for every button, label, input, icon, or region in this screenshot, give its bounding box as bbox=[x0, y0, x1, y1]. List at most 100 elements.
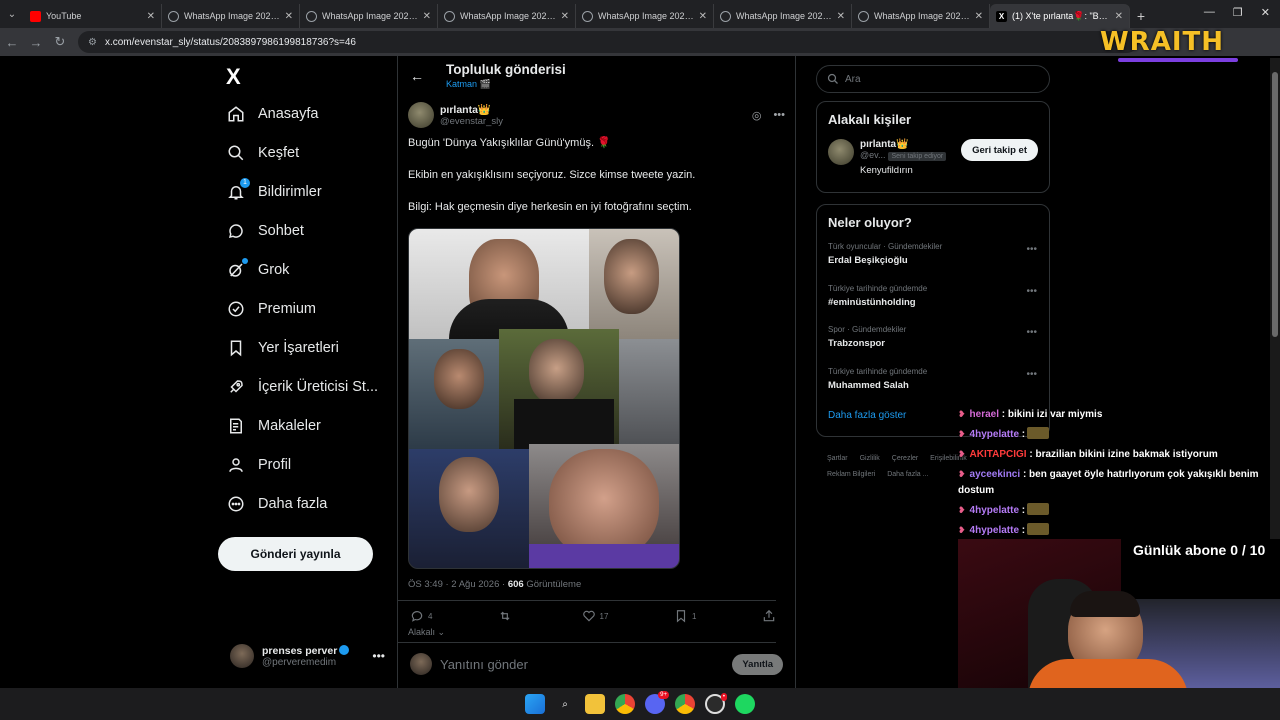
trend-item[interactable]: Türk oyuncular · Gündemdekiler Erdal Beş… bbox=[817, 236, 1049, 278]
windows-start-icon[interactable] bbox=[525, 694, 545, 714]
browser-tab[interactable]: YouTube ✕ bbox=[24, 4, 162, 28]
community-link[interactable]: Katman 🎬 bbox=[446, 79, 566, 90]
page-title: Topluluk gönderisi bbox=[446, 62, 566, 77]
nav-item-grok[interactable]: Grok bbox=[218, 250, 393, 289]
grok-icon[interactable]: ◎ bbox=[752, 109, 762, 122]
footer-link[interactable]: Çerezler bbox=[892, 455, 918, 462]
browser-tab[interactable]: WhatsApp Image 2026-0 ✕ bbox=[852, 4, 990, 28]
nav-item-premium[interactable]: Premium bbox=[218, 289, 393, 328]
more-dots-icon[interactable]: ••• bbox=[773, 109, 785, 122]
chrome-icon[interactable] bbox=[615, 694, 635, 714]
whatsapp-icon bbox=[582, 10, 593, 22]
close-tab-icon[interactable]: ✕ bbox=[1115, 11, 1123, 22]
more-dots-icon[interactable]: ••• bbox=[1026, 327, 1037, 338]
chat-emote-icon bbox=[1027, 523, 1050, 535]
browser-tab[interactable]: WhatsApp Image 2026-0 ✕ bbox=[438, 4, 576, 28]
webcam-streamer-hair bbox=[1070, 591, 1140, 617]
new-tab-button[interactable]: + bbox=[1130, 4, 1152, 28]
repost-button[interactable] bbox=[498, 609, 516, 623]
close-window-icon[interactable]: ✕ bbox=[1261, 6, 1270, 19]
site-settings-icon[interactable]: ⚙ bbox=[88, 37, 97, 48]
browser-tab[interactable]: WhatsApp Image 2026-0 ✕ bbox=[576, 4, 714, 28]
reply-icon bbox=[411, 611, 423, 622]
search-icon[interactable]: ⌕ bbox=[555, 694, 575, 714]
close-tab-icon[interactable]: ✕ bbox=[423, 11, 431, 22]
bookmark-button[interactable]: 1 bbox=[674, 609, 696, 623]
like-button[interactable]: 17 bbox=[582, 609, 608, 623]
reply-submit-button[interactable]: Yanıtla bbox=[732, 653, 783, 675]
file-explorer-icon[interactable] bbox=[585, 694, 605, 714]
chrome-icon[interactable] bbox=[675, 694, 695, 714]
post-image-collage[interactable] bbox=[408, 228, 680, 569]
nav-item-creator-studio[interactable]: İçerik Üreticisi St... bbox=[218, 367, 393, 406]
close-tab-icon[interactable]: ✕ bbox=[561, 11, 569, 22]
avatar[interactable] bbox=[408, 102, 434, 128]
nav-item-more[interactable]: Daha fazla bbox=[218, 484, 393, 523]
chat-text: : bbox=[1021, 505, 1026, 516]
obs-icon[interactable]: • bbox=[705, 693, 727, 714]
collage-photo-face bbox=[529, 339, 584, 404]
maximize-icon[interactable]: ❐ bbox=[1233, 6, 1243, 19]
spotify-icon[interactable] bbox=[735, 694, 755, 714]
browser-tab[interactable]: WhatsApp Image 2026-0 ✕ bbox=[300, 4, 438, 28]
follow-back-button[interactable]: Geri takip et bbox=[961, 139, 1038, 161]
share-button[interactable] bbox=[762, 609, 776, 623]
browser-tab[interactable]: WhatsApp Image 2026-0 ✕ bbox=[714, 4, 852, 28]
person-name[interactable]: pırlanta👑 bbox=[860, 139, 946, 150]
back-arrow-icon[interactable]: ← bbox=[0, 35, 24, 50]
close-tab-icon[interactable]: ✕ bbox=[837, 11, 845, 22]
back-arrow-icon[interactable]: ← bbox=[410, 68, 446, 84]
more-dots-icon[interactable]: ••• bbox=[1026, 369, 1037, 380]
chat-message: ❥ AKITAPCIGI : brazilian bikini izine bak… bbox=[958, 446, 1270, 463]
author-name[interactable]: pırlanta👑 bbox=[440, 103, 503, 116]
nav-item-profile[interactable]: Profil bbox=[218, 445, 393, 484]
avatar[interactable] bbox=[828, 139, 854, 165]
footer-link[interactable]: Daha fazla ... bbox=[887, 471, 928, 478]
close-tab-icon[interactable]: ✕ bbox=[699, 11, 707, 22]
x-logo-icon[interactable]: X bbox=[226, 60, 260, 94]
whatsapp-icon bbox=[306, 10, 317, 22]
reply-input[interactable]: Yanıtını gönder bbox=[440, 657, 528, 672]
browser-tab[interactable]: WhatsApp Image 2026-0 ✕ bbox=[162, 4, 300, 28]
minimize-icon[interactable]: — bbox=[1204, 6, 1215, 19]
close-tab-icon[interactable]: ✕ bbox=[975, 11, 983, 22]
reply-button[interactable]: 4 bbox=[410, 609, 432, 623]
nav-item-bookmarks[interactable]: Yer İşaretleri bbox=[218, 328, 393, 367]
nav-item-home[interactable]: Anasayfa bbox=[218, 94, 393, 133]
chat-user: 4hypelatte bbox=[969, 525, 1020, 536]
post-button[interactable]: Gönderi yayınla bbox=[218, 537, 373, 571]
more-dots-icon[interactable]: ••• bbox=[1026, 286, 1037, 297]
search-input[interactable]: Ara bbox=[816, 65, 1050, 93]
footer-link[interactable]: Gizlilik bbox=[860, 455, 880, 462]
close-tab-icon[interactable]: ✕ bbox=[147, 11, 155, 22]
nav-item-articles[interactable]: Makaleler bbox=[218, 406, 393, 445]
trend-item[interactable]: Türkiye tarihinde gündemde Muhammed Sala… bbox=[817, 361, 1049, 403]
close-tab-icon[interactable]: ✕ bbox=[285, 11, 293, 22]
related-person[interactable]: pırlanta👑 @ev... Seni takip ediyor Kenyuf… bbox=[817, 133, 1049, 184]
tab-search-chevron-icon[interactable]: ⌄ bbox=[0, 0, 24, 28]
nav-item-chat[interactable]: Sohbet bbox=[218, 211, 393, 250]
post-author: pırlanta👑 @evenstar_sly ◎ ••• bbox=[398, 96, 795, 128]
post-time[interactable]: ÖS 3:49 · 2 Ağu 2026 · bbox=[408, 579, 508, 590]
browser-tab-active[interactable]: X (1) X'te pırlanta🌹: "Bugü ✕ bbox=[990, 4, 1130, 28]
reply-sort-toggle[interactable]: Alakalı ⌄ bbox=[398, 623, 776, 643]
more-dots-icon[interactable]: ••• bbox=[1026, 244, 1037, 255]
trend-item[interactable]: Spor · Gündemdekiler Trabzonspor ••• bbox=[817, 319, 1049, 361]
more-dots-icon[interactable]: ••• bbox=[372, 649, 385, 663]
post-actions-top: ◎ ••• bbox=[752, 109, 785, 122]
account-switcher[interactable]: prenses perver @perveremedim ••• bbox=[230, 644, 385, 668]
scrollbar-thumb[interactable] bbox=[1272, 72, 1278, 337]
footer-link[interactable]: Reklam Bilgileri bbox=[827, 471, 875, 478]
trend-item[interactable]: Türkiye tarihinde gündemde #eminüstünhol… bbox=[817, 278, 1049, 320]
nav-item-notifications[interactable]: 1 Bildirimler bbox=[218, 172, 393, 211]
view-label: Görüntüleme bbox=[523, 579, 582, 590]
browser-tab-bar: ⌄ YouTube ✕ WhatsApp Image 2026-0 ✕ WhatsA… bbox=[0, 0, 1280, 28]
author-handle[interactable]: @evenstar_sly bbox=[440, 116, 503, 127]
footer-link[interactable]: Şartlar bbox=[827, 455, 848, 462]
nav-item-explore[interactable]: Keşfet bbox=[218, 133, 393, 172]
forward-arrow-icon[interactable]: → bbox=[24, 35, 48, 50]
chat-badge-icon: ❥ bbox=[958, 505, 966, 515]
discord-icon[interactable]: 9+ bbox=[645, 691, 669, 714]
url-field[interactable]: ⚙ x.com/evenstar_sly/status/208389798619… bbox=[78, 31, 1138, 53]
reload-icon[interactable]: ↻ bbox=[48, 34, 72, 50]
